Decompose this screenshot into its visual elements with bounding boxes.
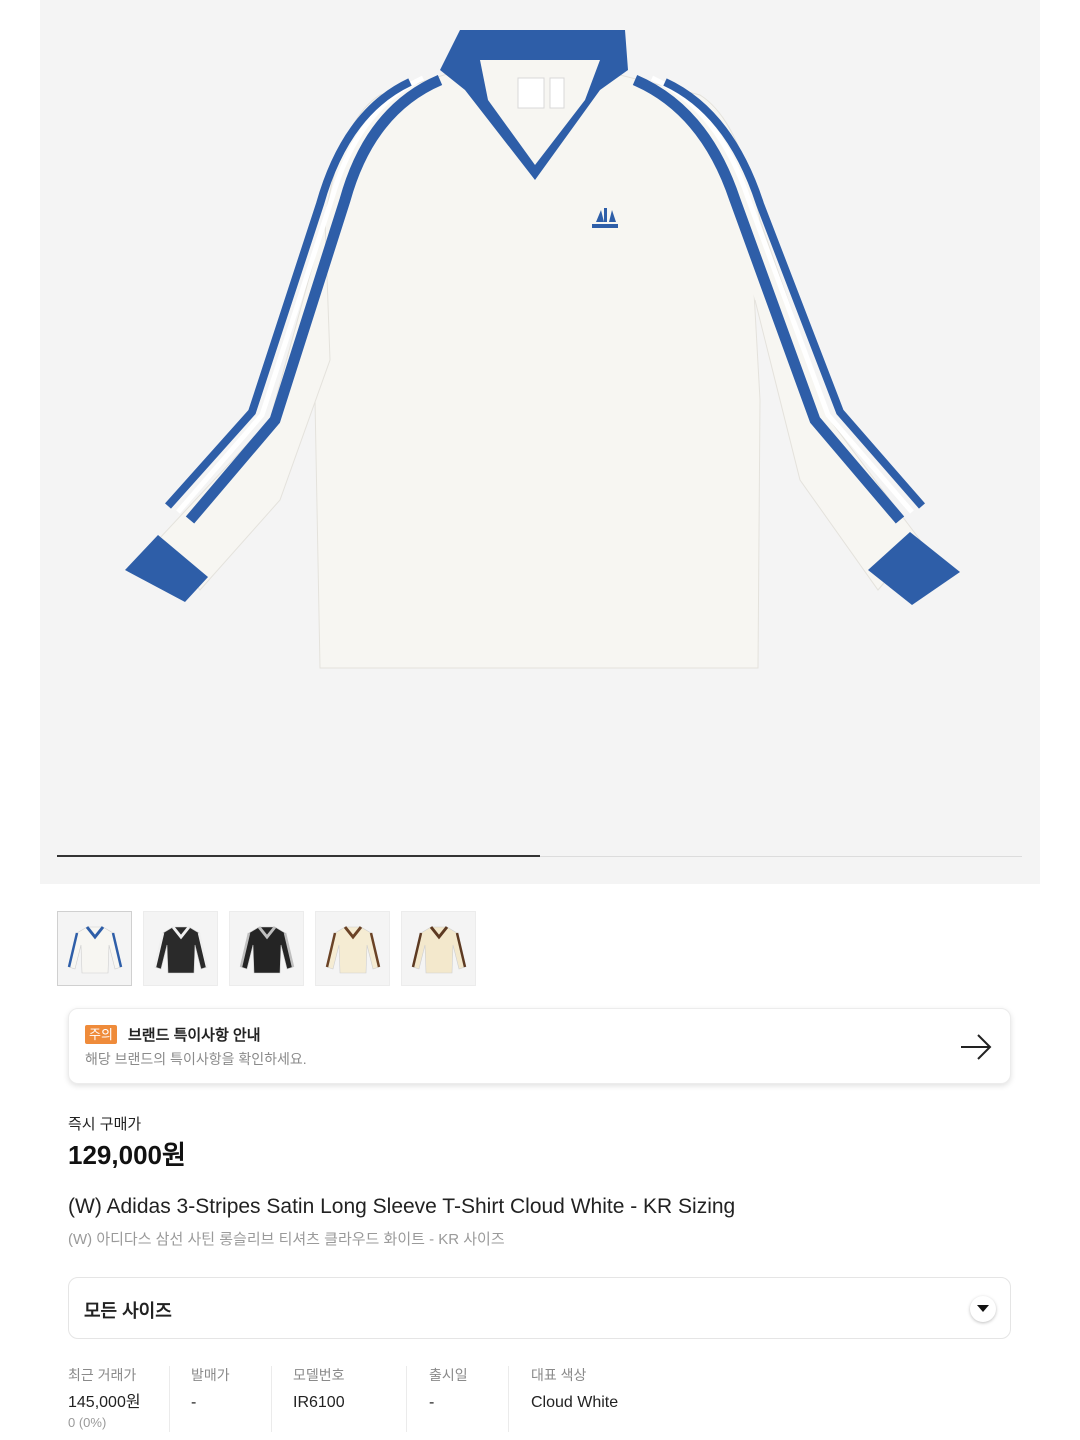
info-recent-trade: 최근 거래가 145,000원 0 (0%) bbox=[68, 1366, 168, 1432]
info-change: 0 (0%) bbox=[68, 1415, 107, 1430]
info-label: 모델번호 bbox=[293, 1367, 345, 1383]
shirt-icon bbox=[67, 925, 122, 973]
size-select-value: 모든 사이즈 bbox=[84, 1301, 172, 1321]
product-name-en: (W) Adidas 3-Stripes Satin Long Sleeve T… bbox=[68, 1195, 736, 1218]
thumbnail-cream-brown[interactable] bbox=[315, 911, 390, 986]
gallery-progress-track bbox=[57, 855, 1022, 857]
info-release-price: 발매가 - bbox=[191, 1366, 271, 1432]
warning-badge: 주의 bbox=[85, 1025, 117, 1044]
shirt-icon bbox=[239, 925, 294, 973]
info-label: 대표 색상 bbox=[531, 1367, 587, 1383]
info-value: 145,000원 bbox=[68, 1394, 141, 1411]
shirt-icon bbox=[153, 925, 208, 973]
instant-buy-price: 129,000원 bbox=[68, 1140, 186, 1170]
thumbnail-cream-brown-2[interactable] bbox=[401, 911, 476, 986]
product-name-ko: (W) 아디다스 삼선 사틴 롱슬리브 티셔츠 클라우드 화이트 - KR 사이… bbox=[68, 1231, 505, 1248]
info-label: 발매가 bbox=[191, 1367, 230, 1383]
product-image bbox=[125, 30, 960, 669]
divider bbox=[406, 1366, 407, 1432]
chevron-down-icon[interactable] bbox=[970, 1296, 996, 1322]
info-model-number: 모델번호 IR6100 bbox=[293, 1366, 403, 1432]
shirt-icon bbox=[325, 925, 380, 973]
arrow-right-icon[interactable] bbox=[958, 1029, 994, 1070]
thumbnail-black-white[interactable] bbox=[143, 911, 218, 986]
info-release-date: 출시일 - bbox=[429, 1366, 509, 1432]
brand-notice-card[interactable]: 주의 브랜드 특이사항 안내 해당 브랜드의 특이사항을 확인하세요. bbox=[68, 1008, 1011, 1084]
thumbnail-black-grey[interactable] bbox=[229, 911, 304, 986]
divider bbox=[271, 1366, 272, 1432]
info-value: - bbox=[191, 1394, 197, 1411]
info-value: - bbox=[429, 1394, 435, 1411]
shirt-icon bbox=[411, 925, 466, 973]
divider bbox=[169, 1366, 170, 1432]
product-image-gallery[interactable] bbox=[40, 0, 1040, 884]
info-label: 최근 거래가 bbox=[68, 1367, 137, 1383]
info-color: 대표 색상 Cloud White bbox=[531, 1366, 681, 1432]
thumbnail-strip bbox=[57, 911, 476, 987]
instant-buy-price-label: 즉시 구매가 bbox=[68, 1116, 142, 1133]
notice-title: 브랜드 특이사항 안내 bbox=[128, 1027, 261, 1044]
thumbnail-cloud-white-blue[interactable] bbox=[57, 911, 132, 986]
divider bbox=[508, 1366, 509, 1432]
info-value: IR6100 bbox=[293, 1394, 345, 1411]
info-label: 출시일 bbox=[429, 1367, 468, 1383]
info-value: Cloud White bbox=[531, 1394, 619, 1411]
gallery-progress-fill bbox=[57, 855, 540, 857]
size-select[interactable]: 모든 사이즈 bbox=[68, 1277, 1011, 1339]
notice-subtitle: 해당 브랜드의 특이사항을 확인하세요. bbox=[85, 1051, 307, 1067]
